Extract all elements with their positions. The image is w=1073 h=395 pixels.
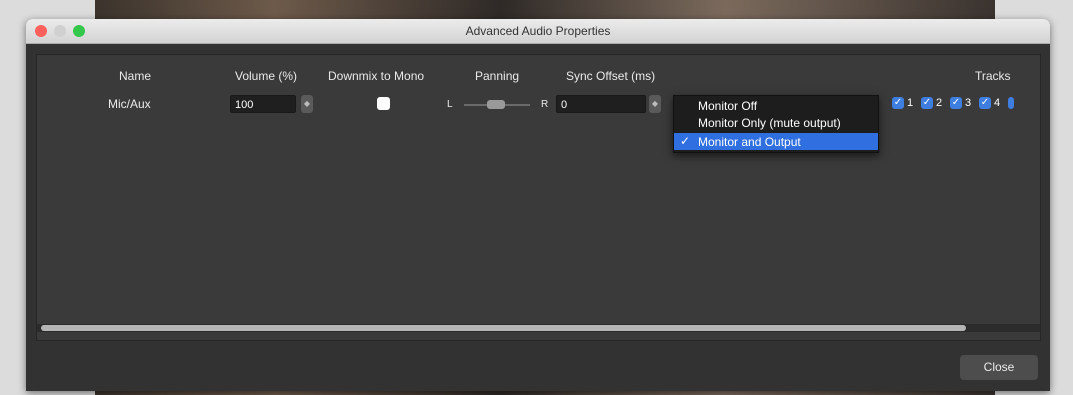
checkmark-icon: ✓ [680,134,691,148]
track-4-label: 4 [994,97,1001,109]
volume-input[interactable]: 100 [230,95,296,113]
sync-offset-input[interactable]: 0 [556,95,646,113]
pan-left-label: L [447,99,453,110]
panning-slider-thumb[interactable] [487,100,505,109]
scrollbar-thumb[interactable] [41,325,966,331]
monitoring-option-output[interactable]: Monitor and Output [698,135,801,149]
source-name: Mic/Aux [108,97,151,111]
audio-properties-table: Name Volume (%) Downmix to Mono Panning … [36,54,1041,341]
track-3-label: 3 [965,97,972,109]
window-title: Advanced Audio Properties [465,24,611,38]
track-5-checkbox-partial[interactable] [1008,97,1014,109]
track-2-checkbox[interactable]: ✓ [921,97,933,109]
volume-stepper-icon[interactable]: ◆ [301,95,313,113]
track-4-checkbox[interactable]: ✓ [979,97,991,109]
monitoring-option-only[interactable]: Monitor Only (mute output) [698,116,841,130]
monitoring-option-off[interactable]: Monitor Off [698,99,757,113]
track-3-checkbox[interactable]: ✓ [950,97,962,109]
track-1-checkbox[interactable]: ✓ [892,97,904,109]
column-header-tracks: Tracks [975,69,1011,83]
close-button[interactable]: Close [960,355,1038,380]
column-header-sync-offset: Sync Offset (ms) [566,69,656,83]
column-header-name: Name [119,69,152,83]
advanced-audio-properties-window: Advanced Audio Properties Name Volume (%… [26,19,1050,391]
column-header-panning: Panning [475,69,520,83]
monitoring-option-selected[interactable]: ✓ Monitor and Output [674,133,878,150]
column-header-volume: Volume (%) [235,69,298,83]
title-bar: Advanced Audio Properties [26,19,1050,44]
sync-offset-stepper-icon[interactable]: ◆ [649,95,661,113]
downmix-checkbox[interactable] [377,97,390,110]
track-1-label: 1 [907,97,914,109]
pan-right-label: R [541,99,549,110]
column-header-downmix: Downmix to Mono [328,69,425,83]
track-2-label: 2 [936,97,943,109]
horizontal-scrollbar[interactable] [37,324,1040,332]
monitoring-dropdown-menu[interactable]: Monitor Off Monitor Only (mute output) ✓… [673,95,879,153]
